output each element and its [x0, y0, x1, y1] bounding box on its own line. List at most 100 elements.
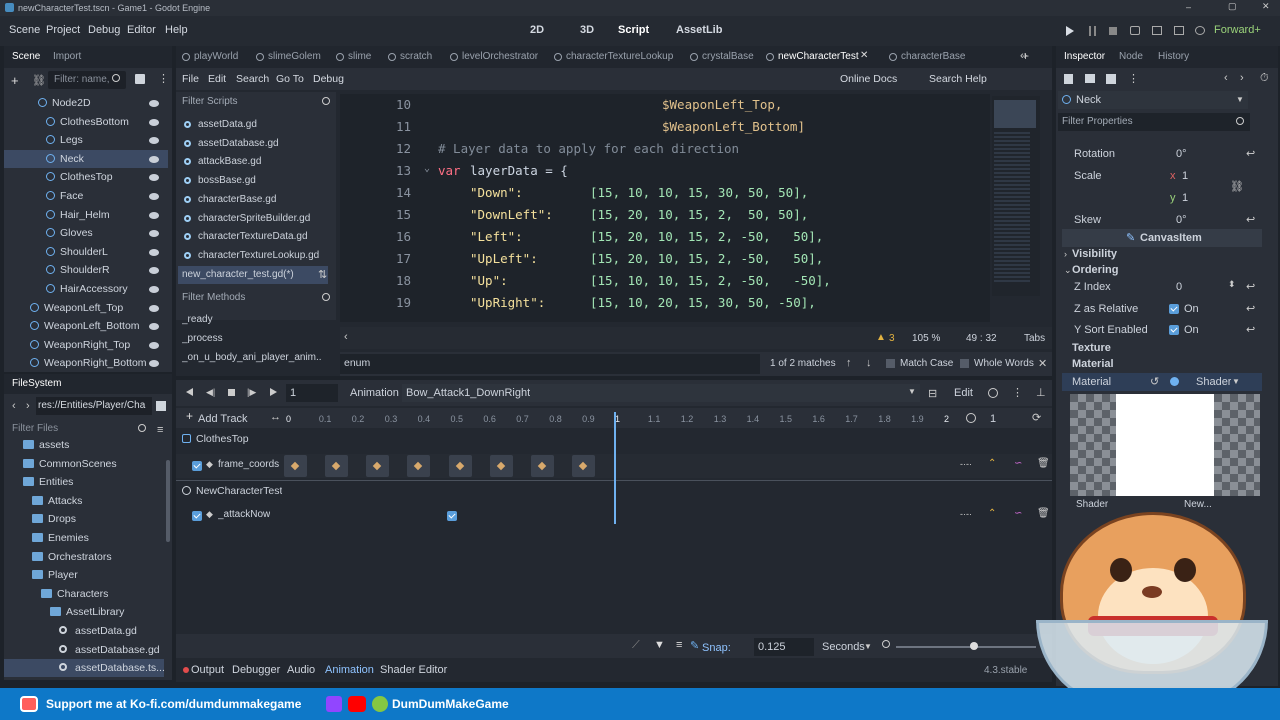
- add-node-icon[interactable]: +: [11, 73, 19, 88]
- next-match-icon[interactable]: ↓: [866, 357, 872, 369]
- timeline-zoom-slider[interactable]: [896, 642, 1036, 650]
- tab-debugger[interactable]: Debugger: [232, 664, 280, 676]
- section-material[interactable]: Material: [1072, 358, 1114, 370]
- filter-scripts-input[interactable]: Filter Scripts: [178, 93, 336, 111]
- tab-audio[interactable]: Audio: [287, 664, 315, 676]
- track-enable-checkbox[interactable]: [192, 461, 202, 471]
- reset-rotation-icon[interactable]: ↩: [1246, 147, 1255, 160]
- file-tree-row[interactable]: AssetLibrary: [4, 603, 164, 621]
- reset-z-relative-icon[interactable]: ↩: [1246, 302, 1255, 315]
- reset-z-index-icon[interactable]: ↩: [1246, 280, 1255, 293]
- nav-forward-icon[interactable]: ›: [26, 400, 30, 412]
- file-tree-row[interactable]: assetDatabase.gd: [4, 641, 164, 659]
- z-index-value[interactable]: 0: [1176, 281, 1182, 293]
- visibility-icon[interactable]: [149, 174, 159, 182]
- more-options-icon[interactable]: ⋮: [1012, 386, 1023, 399]
- animation-keyframe[interactable]: [366, 455, 390, 477]
- animation-keyframe[interactable]: [407, 455, 431, 477]
- expand-visibility-icon[interactable]: ›: [1064, 249, 1067, 259]
- close-window-button[interactable]: ✕: [1262, 1, 1270, 12]
- play-icon[interactable]: [1066, 26, 1074, 36]
- close-tab-icon[interactable]: ✕: [860, 50, 868, 61]
- play-backwards-icon[interactable]: [186, 388, 193, 396]
- scale-x-value[interactable]: 1: [1182, 170, 1188, 182]
- track-enable-checkbox[interactable]: [192, 511, 202, 521]
- reset-skew-icon[interactable]: ↩: [1246, 213, 1255, 226]
- menu-debug[interactable]: Debug: [88, 24, 120, 36]
- script-menu-file[interactable]: File: [182, 73, 199, 85]
- online-docs-link[interactable]: Online Docs: [840, 73, 897, 85]
- visibility-icon[interactable]: [149, 155, 159, 163]
- scene-node-row[interactable]: Neck: [4, 149, 168, 168]
- timeline-ruler[interactable]: 0 0.1 0.2 0.3 0.4 0.5 0.6 0.7 0.8 0.9 1 1.1 1.2 1.3 1.…: [284, 408, 954, 428]
- menu-editor[interactable]: Editor: [127, 24, 156, 36]
- reset-y-sort-icon[interactable]: ↩: [1246, 323, 1255, 336]
- menu-help[interactable]: Help: [165, 24, 188, 36]
- tab-output[interactable]: Output: [191, 664, 224, 676]
- pause-icon[interactable]: [1089, 26, 1096, 36]
- history-back-icon[interactable]: ‹: [1224, 72, 1228, 84]
- visibility-icon[interactable]: [149, 286, 159, 293]
- scene-node-row[interactable]: HairAccessory: [4, 280, 168, 298]
- animation-keyframe[interactable]: [446, 511, 457, 521]
- tab-animation[interactable]: Animation: [325, 664, 374, 676]
- script-list-item[interactable]: assetData.gd: [178, 116, 328, 134]
- animation-keyframe[interactable]: [530, 455, 554, 477]
- method-list-item[interactable]: _process: [182, 333, 322, 344]
- z-index-spinner[interactable]: ⬍: [1228, 279, 1236, 290]
- timeline-zoom-icon[interactable]: ↔: [270, 411, 281, 423]
- scene-node-row[interactable]: Node2D: [4, 94, 168, 112]
- interpolation-icon[interactable]: -·-·: [960, 459, 972, 469]
- indent-mode[interactable]: Tabs: [1024, 333, 1045, 344]
- tab-inspector[interactable]: Inspector: [1064, 51, 1105, 62]
- play-backwards-start-icon[interactable]: ◀|: [206, 387, 215, 398]
- warning-count[interactable]: 3: [889, 333, 895, 344]
- scene-node-row[interactable]: Hair_Helm: [4, 206, 168, 224]
- animation-keyframe[interactable]: [448, 455, 472, 477]
- file-tree-row[interactable]: Entities: [4, 473, 164, 491]
- update-mode-icon[interactable]: ⌃: [988, 508, 996, 519]
- visibility-icon[interactable]: [149, 323, 159, 331]
- play-from-start-icon[interactable]: |▶: [247, 387, 256, 398]
- open-resource-icon[interactable]: [1085, 74, 1095, 83]
- save-resource-icon[interactable]: [1106, 74, 1116, 84]
- visibility-icon[interactable]: [149, 230, 159, 238]
- script-menu-edit[interactable]: Edit: [208, 73, 226, 85]
- visibility-icon[interactable]: [149, 248, 159, 256]
- section-texture[interactable]: Texture: [1072, 342, 1111, 354]
- remote-debug-icon[interactable]: [1130, 26, 1140, 35]
- file-tree-row[interactable]: Attacks: [4, 492, 164, 510]
- scale-y-value[interactable]: 1: [1182, 192, 1188, 204]
- maximize-button[interactable]: ▢: [1228, 1, 1237, 12]
- snap-unit-dropdown[interactable]: Seconds ▼: [818, 638, 874, 656]
- workspace-3d[interactable]: 3D: [580, 24, 594, 36]
- script-list-item[interactable]: bossBase.gd: [178, 172, 328, 190]
- canvasitem-header[interactable]: ✎ CanvasItem: [1062, 229, 1262, 247]
- animation-keyframe[interactable]: [284, 455, 307, 477]
- pin-icon[interactable]: ⊥: [1036, 386, 1046, 399]
- movie-maker-icon[interactable]: [1152, 26, 1162, 35]
- match-case-checkbox[interactable]: [886, 359, 895, 368]
- interpolation-icon[interactable]: -·-·: [960, 509, 972, 519]
- visibility-icon[interactable]: [149, 341, 159, 349]
- close-search-icon[interactable]: ✕: [1038, 357, 1047, 370]
- file-tree-row[interactable]: Characters: [4, 585, 164, 603]
- z-relative-checkbox[interactable]: [1169, 304, 1179, 314]
- script-list-item[interactable]: characterTextureLookup.gd: [178, 247, 328, 265]
- visibility-icon[interactable]: [149, 304, 159, 312]
- animation-tools-icon[interactable]: ⊟: [928, 387, 937, 400]
- scene-node-row[interactable]: ClothesTop: [4, 168, 168, 186]
- tab-scene[interactable]: Scene: [12, 51, 40, 62]
- stop-animation-icon[interactable]: [228, 389, 235, 396]
- visibility-icon[interactable]: [149, 137, 159, 145]
- reset-material-icon[interactable]: ↺: [1150, 375, 1159, 388]
- workspace-2d[interactable]: 2D: [530, 24, 544, 36]
- file-tree-row[interactable]: CommonScenes: [4, 455, 164, 473]
- script-menu-debug[interactable]: Debug: [313, 73, 344, 85]
- menu-scene[interactable]: Scene: [9, 24, 40, 36]
- add-track-icon[interactable]: +: [186, 409, 193, 423]
- section-visibility[interactable]: Visibility: [1072, 248, 1117, 260]
- history-forward-icon[interactable]: ›: [1240, 72, 1244, 84]
- collapse-panel-icon[interactable]: ‹: [344, 331, 348, 343]
- file-tree-scrollbar[interactable]: [166, 460, 170, 542]
